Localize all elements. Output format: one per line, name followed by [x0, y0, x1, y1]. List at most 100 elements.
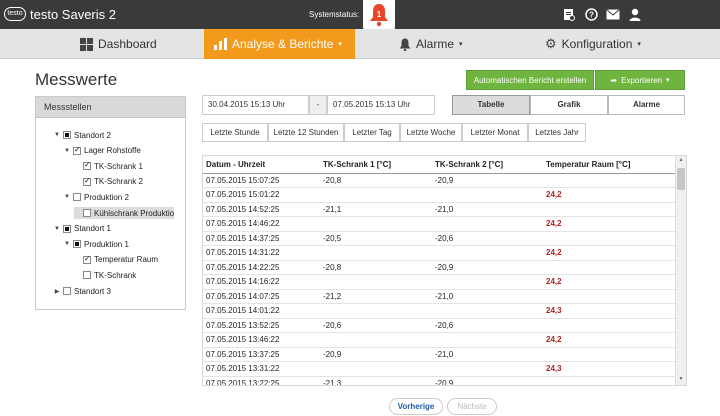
expand-down-icon[interactable]: ▼ — [54, 226, 60, 232]
mail-icon[interactable] — [605, 7, 621, 21]
tab-alarme[interactable]: Alarme — [608, 95, 685, 115]
tree-item[interactable]: Temperatur Raum — [74, 254, 158, 266]
tree-item-label: TK-Schrank — [94, 270, 137, 280]
scroll-up-icon[interactable]: ▲ — [676, 157, 686, 165]
table-cell — [320, 303, 432, 319]
nav-dashboard[interactable]: Dashboard — [80, 29, 157, 59]
table-cell — [543, 347, 676, 362]
range-letzter-monat[interactable]: Letzter Monat — [462, 123, 528, 142]
document-sync-icon[interactable] — [561, 7, 577, 21]
table-cell — [320, 332, 432, 348]
measuring-points-title: Messstellen — [36, 97, 185, 118]
table-cell: 07.05.2015 13:31:22 — [203, 361, 320, 377]
auto-report-label: Automatischen Bericht erstellen — [473, 75, 587, 85]
expand-down-icon[interactable]: ▼ — [64, 194, 70, 200]
nav-konfiguration[interactable]: ⚙ Konfiguration ▾ — [545, 29, 641, 59]
expand-down-icon[interactable]: ▼ — [64, 241, 70, 247]
nav-analyse[interactable]: Analyse & Berichte ▾ — [204, 29, 355, 59]
chevron-down-icon: ▾ — [459, 41, 463, 48]
table-cell: 24,3 — [543, 361, 676, 377]
next-page-button[interactable]: Nächste — [447, 398, 497, 415]
table-row: 07.05.2015 14:01:22 24,3 — [203, 303, 676, 319]
table-cell — [543, 173, 676, 188]
top-bar: testo testo Saveris 2 Systemstatus: 1 ? — [0, 0, 720, 31]
column-header[interactable]: Temperatur Raum [°C] — [543, 156, 676, 174]
tree-item[interactable]: ▼ Lager Rohstoffe — [64, 145, 141, 157]
nav-alarme[interactable]: Alarme ▾ — [399, 29, 463, 59]
system-status-alarm-button[interactable]: 1 — [363, 0, 395, 31]
tree-checkbox[interactable] — [73, 193, 81, 202]
table-cell: -20,6 — [432, 231, 543, 246]
table-row: 07.05.2015 14:37:25 -20,5 -20,6 — [203, 231, 676, 246]
tree-item-label: TK-Schrank 1 — [94, 161, 143, 171]
column-header[interactable]: TK-Schrank 1 [°C] — [320, 156, 432, 174]
tree-item-label: Temperatur Raum — [94, 255, 159, 265]
table-row: 07.05.2015 13:31:22 24,3 — [203, 361, 676, 377]
tree-item[interactable]: TK-Schrank 1 — [74, 160, 143, 172]
expand-right-icon[interactable]: ▶ — [54, 288, 60, 295]
table-cell: 24,3 — [543, 303, 676, 319]
column-header[interactable]: Datum - Uhrzeit — [203, 156, 320, 174]
tree-checkbox[interactable] — [63, 131, 71, 139]
user-icon[interactable] — [627, 7, 643, 21]
tree-checkbox[interactable] — [83, 176, 91, 186]
tree-item[interactable]: TK-Schrank — [74, 269, 136, 281]
tree-checkbox[interactable] — [63, 287, 71, 295]
table-cell: 07.05.2015 14:31:22 — [203, 245, 320, 261]
tree-checkbox[interactable] — [63, 224, 71, 233]
svg-text:?: ? — [589, 10, 594, 19]
date-to-input[interactable]: 07.05.2015 15:13 Uhr — [327, 95, 435, 115]
table-cell: -20,9 — [432, 260, 543, 275]
tree-checkbox[interactable] — [73, 240, 81, 249]
tree-item[interactable]: ▼ Produktion 2 — [64, 191, 129, 203]
range-letzte-12-stunden[interactable]: Letzte 12 Stunden — [268, 123, 344, 142]
table-row: 07.05.2015 14:52:25 -21,1 -21,0 — [203, 202, 676, 217]
help-icon[interactable]: ? — [583, 7, 599, 21]
scroll-down-icon[interactable]: ▼ — [676, 376, 686, 384]
tree-item[interactable]: ▼ Standort 2 — [54, 129, 111, 141]
expand-down-icon[interactable]: ▼ — [64, 148, 70, 154]
date-from-input[interactable]: 30.04.2015 15:13 Uhr — [202, 95, 309, 115]
table-cell — [320, 361, 432, 377]
tree-item[interactable]: ▶ Standort 3 — [54, 285, 111, 297]
tree-checkbox[interactable] — [83, 254, 91, 264]
nav-konfiguration-label: Konfiguration — [561, 37, 633, 51]
tree-checkbox[interactable] — [83, 209, 91, 217]
auto-report-button[interactable]: Automatischen Bericht erstellen — [466, 70, 594, 90]
previous-page-button[interactable]: Vorherige — [389, 398, 443, 415]
tree-checkbox[interactable] — [73, 145, 81, 155]
table-cell: 07.05.2015 14:07:25 — [203, 289, 320, 304]
range-letztes-jahr[interactable]: Letztes Jahr — [528, 123, 586, 142]
table-cell: -20,6 — [320, 318, 432, 333]
tree-item[interactable]: ▼ Standort 1 — [54, 223, 111, 235]
tree-checkbox[interactable] — [83, 160, 91, 171]
table-cell: 07.05.2015 14:52:25 — [203, 202, 320, 217]
range-letzte-stunde[interactable]: Letzte Stunde — [202, 123, 268, 142]
table-cell: -21,0 — [432, 289, 543, 304]
table-cell — [432, 245, 543, 261]
table-cell — [543, 289, 676, 304]
expand-down-icon[interactable]: ▼ — [54, 132, 60, 138]
column-header[interactable]: TK-Schrank 2 [°C] — [432, 156, 543, 174]
range-letzte-woche[interactable]: Letzte Woche — [400, 123, 462, 142]
tab-tabelle[interactable]: Tabelle — [452, 95, 530, 115]
scrollbar-thumb[interactable] — [677, 168, 685, 190]
table-cell — [432, 303, 543, 319]
range-letzter-tag[interactable]: Letzter Tag — [344, 123, 400, 142]
export-button[interactable]: ➦ Exportieren ▾ — [595, 70, 685, 90]
tree-checkbox[interactable] — [83, 271, 91, 280]
tree-item[interactable]: Kühlschrank Produktio — [74, 207, 175, 219]
table-cell: -21,1 — [320, 202, 432, 217]
chevron-down-icon: ▾ — [666, 77, 670, 84]
table-row: 07.05.2015 15:01:22 24,2 — [203, 187, 676, 203]
tab-grafik[interactable]: Grafik — [530, 95, 608, 115]
alarm-count: 1 — [376, 10, 382, 19]
table-cell: -20,9 — [432, 376, 543, 385]
tree-item[interactable]: ▼ Produktion 1 — [64, 238, 129, 250]
table-cell: -21,2 — [320, 289, 432, 304]
tree-item-label: TK-Schrank 2 — [94, 177, 143, 187]
table-cell: 07.05.2015 13:22:25 — [203, 376, 320, 385]
testo-logo: testo — [4, 7, 26, 21]
tree-item[interactable]: TK-Schrank 2 — [74, 176, 143, 188]
table-scrollbar[interactable]: ▲ ▼ — [675, 156, 686, 385]
